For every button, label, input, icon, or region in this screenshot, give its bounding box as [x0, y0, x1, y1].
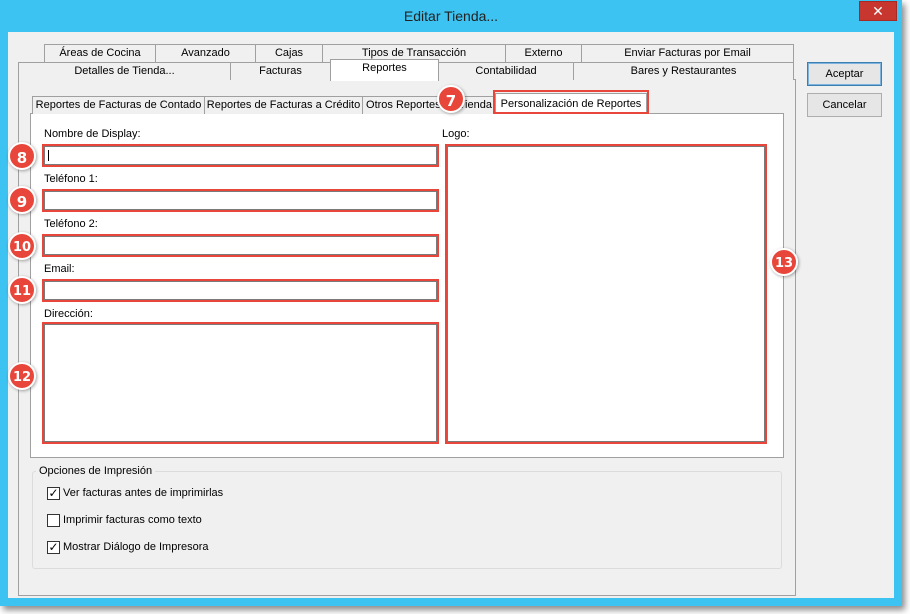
- phone2-label: Teléfono 2:: [44, 218, 98, 230]
- tab-label: Cajas: [274, 47, 304, 59]
- tab-bares-y-restaurantes[interactable]: Bares y Restaurantes: [573, 62, 794, 80]
- cancel-button[interactable]: Cancelar: [807, 93, 882, 117]
- subtab-reportes-contado[interactable]: Reportes de Facturas de Contado: [32, 96, 205, 114]
- callout-badge-11: 11: [8, 276, 36, 304]
- checkbox-show-printer-dialog[interactable]: ✓: [47, 541, 60, 554]
- address-textarea[interactable]: [44, 324, 437, 442]
- tab-label: Externo: [524, 47, 563, 59]
- tab-label: Bares y Restaurantes: [630, 65, 737, 77]
- tab-label: Detalles de Tienda...: [74, 65, 175, 77]
- phone2-input[interactable]: [44, 236, 437, 255]
- window-title: Editar Tienda...: [403, 8, 499, 24]
- display-name-input[interactable]: [44, 146, 437, 165]
- callout-badge-9: 9: [8, 186, 36, 214]
- close-icon: ✕: [872, 3, 884, 19]
- subtab-label: Reportes de Facturas a Crédito: [206, 99, 361, 111]
- email-input[interactable]: [44, 281, 437, 300]
- tab-avanzado[interactable]: Avanzado: [155, 44, 256, 62]
- tab-cajas[interactable]: Cajas: [255, 44, 323, 62]
- subtab-label: Reportes de Facturas de Contado: [35, 99, 202, 111]
- tab-detalles-de-tienda[interactable]: Detalles de Tienda...: [18, 62, 231, 80]
- callout-badge-10: 10: [8, 232, 36, 260]
- subtab-otros-reportes[interactable]: Otros Reportes de Tienda: [362, 96, 496, 114]
- accept-button[interactable]: Aceptar: [807, 62, 882, 86]
- subtab-reportes-credito[interactable]: Reportes de Facturas a Crédito: [204, 96, 363, 114]
- subtab-label: Personalización de Reportes: [500, 98, 642, 110]
- tab-label: Contabilidad: [475, 65, 537, 77]
- tab-label: Avanzado: [181, 47, 230, 59]
- callout-badge-8: 8: [8, 142, 36, 170]
- logo-image-box[interactable]: [447, 146, 765, 442]
- tab-label: Enviar Facturas por Email: [624, 47, 751, 59]
- address-label: Dirección:: [44, 308, 93, 320]
- subtab-label: Otros Reportes de Tienda: [366, 99, 492, 111]
- print-options-legend: Opciones de Impresión: [36, 465, 156, 477]
- callout-badge-12: 12: [8, 362, 36, 390]
- email-label: Email:: [44, 263, 75, 275]
- tab-contabilidad[interactable]: Contabilidad: [438, 62, 574, 80]
- checkmark-icon: ✓: [48, 486, 59, 500]
- subtab-personalizacion[interactable]: Personalización de Reportes: [495, 93, 647, 114]
- checkbox-label: Imprimir facturas como texto: [63, 514, 202, 526]
- close-button[interactable]: ✕: [859, 1, 897, 21]
- tab-areas-de-cocina[interactable]: Áreas de Cocina: [44, 44, 156, 62]
- callout-badge-13: 13: [770, 248, 798, 276]
- phone1-input[interactable]: [44, 191, 437, 210]
- checkbox-preview-invoices[interactable]: ✓: [47, 487, 60, 500]
- phone1-label: Teléfono 1:: [44, 173, 98, 185]
- tab-label: Reportes: [362, 62, 407, 74]
- text-cursor: [48, 150, 49, 161]
- checkbox-label: Ver facturas antes de imprimirlas: [63, 487, 224, 499]
- display-name-label: Nombre de Display:: [44, 128, 141, 140]
- tab-label: Facturas: [259, 65, 302, 77]
- checkmark-icon: ✓: [48, 540, 59, 554]
- tab-externo[interactable]: Externo: [505, 44, 582, 62]
- tab-label: Tipos de Transacción: [361, 47, 467, 59]
- callout-badge-7: 7: [437, 85, 465, 113]
- logo-label: Logo:: [442, 128, 470, 140]
- checkbox-print-as-text[interactable]: [47, 514, 60, 527]
- tab-reportes[interactable]: Reportes: [330, 59, 439, 81]
- tab-facturas[interactable]: Facturas: [230, 62, 331, 80]
- tab-enviar-facturas-email[interactable]: Enviar Facturas por Email: [581, 44, 794, 62]
- checkbox-label: Mostrar Diálogo de Impresora: [63, 541, 209, 553]
- tab-label: Áreas de Cocina: [59, 47, 141, 59]
